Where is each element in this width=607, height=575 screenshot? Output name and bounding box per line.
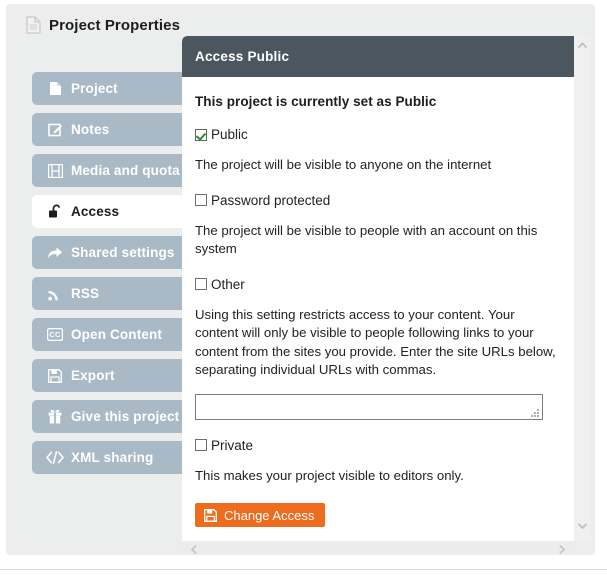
code-icon: [46, 450, 64, 466]
floppy-save-icon: [204, 509, 217, 522]
sidebar: Project Notes Media and quota: [32, 72, 188, 482]
sidebar-item-open-content[interactable]: CC Open Content: [32, 318, 188, 351]
sidebar-item-label: Shared settings: [71, 245, 175, 260]
sidebar-item-label: Media and quota: [71, 163, 180, 178]
option-password-protected[interactable]: Password protected: [195, 193, 565, 208]
chevron-up-icon[interactable]: [574, 37, 591, 52]
pencil-edit-icon: [46, 122, 64, 138]
chevron-right-icon[interactable]: [554, 541, 570, 555]
vertical-scrollbar[interactable]: [574, 36, 591, 541]
sidebar-item-export[interactable]: Export: [32, 359, 188, 392]
sidebar-item-label: XML sharing: [71, 450, 153, 465]
page-title-text: Project Properties: [49, 17, 180, 34]
change-access-button[interactable]: Change Access: [195, 503, 325, 527]
public-label: Public: [211, 127, 248, 142]
rss-icon: [46, 286, 64, 302]
svg-text:CC: CC: [49, 330, 61, 339]
private-description: This makes your project visible to edito…: [195, 467, 557, 486]
password-protected-label: Password protected: [211, 193, 330, 208]
closed-caption-icon: CC: [46, 327, 64, 343]
private-label: Private: [211, 438, 253, 453]
document-icon: [26, 16, 41, 34]
document-icon: [46, 81, 64, 97]
sidebar-item-label: Export: [71, 368, 115, 383]
current-access-heading: This project is currently set as Public: [195, 94, 565, 109]
page-title: Project Properties: [26, 16, 180, 34]
urls-field-wrapper: [195, 394, 543, 420]
sidebar-item-label: Open Content: [71, 327, 162, 342]
public-description: The project will be visible to anyone on…: [195, 156, 557, 175]
sidebar-item-shared-settings[interactable]: Shared settings: [32, 236, 188, 269]
public-checkbox[interactable]: [195, 129, 207, 141]
sidebar-item-rss[interactable]: RSS: [32, 277, 188, 310]
change-access-label: Change Access: [224, 508, 314, 523]
horizontal-scrollbar[interactable]: [182, 541, 574, 555]
app-card: Project Properties Project Notes: [6, 4, 595, 555]
panel-title: Access Public: [195, 49, 289, 64]
sidebar-item-label: RSS: [71, 286, 99, 301]
sidebar-item-xml-sharing[interactable]: XML sharing: [32, 441, 188, 474]
page-bottom-divider: [0, 569, 607, 570]
option-public[interactable]: Public: [195, 127, 565, 142]
other-checkbox[interactable]: [195, 278, 207, 290]
password-protected-checkbox[interactable]: [195, 194, 207, 206]
panel-body: This project is currently set as Public …: [182, 94, 578, 527]
password-protected-description: The project will be visible to people wi…: [195, 222, 557, 259]
other-label: Other: [211, 277, 245, 292]
chevron-down-icon[interactable]: [574, 518, 591, 533]
option-other[interactable]: Other: [195, 277, 565, 292]
option-private[interactable]: Private: [195, 438, 565, 453]
private-checkbox[interactable]: [195, 439, 207, 451]
access-panel: Access Public This project is currently …: [182, 36, 578, 541]
sidebar-item-media-and-quota[interactable]: Media and quota: [32, 154, 188, 187]
sidebar-item-notes[interactable]: Notes: [32, 113, 188, 146]
sidebar-item-access[interactable]: Access: [32, 195, 192, 228]
other-description: Using this setting restricts access to y…: [195, 306, 557, 380]
panel-header: Access Public: [182, 36, 578, 77]
film-icon: [46, 163, 64, 179]
sidebar-item-label: Give this project: [71, 409, 179, 424]
urls-input[interactable]: [195, 394, 543, 420]
gift-icon: [46, 409, 64, 425]
share-arrow-icon: [46, 245, 64, 261]
chevron-left-icon[interactable]: [186, 541, 202, 555]
sidebar-item-label: Project: [71, 81, 118, 96]
floppy-save-icon: [46, 368, 64, 384]
sidebar-item-label: Access: [71, 204, 119, 219]
unlock-icon: [46, 204, 64, 220]
sidebar-item-project[interactable]: Project: [32, 72, 188, 105]
sidebar-item-give-this-project[interactable]: Give this project: [32, 400, 188, 433]
sidebar-item-label: Notes: [71, 122, 109, 137]
